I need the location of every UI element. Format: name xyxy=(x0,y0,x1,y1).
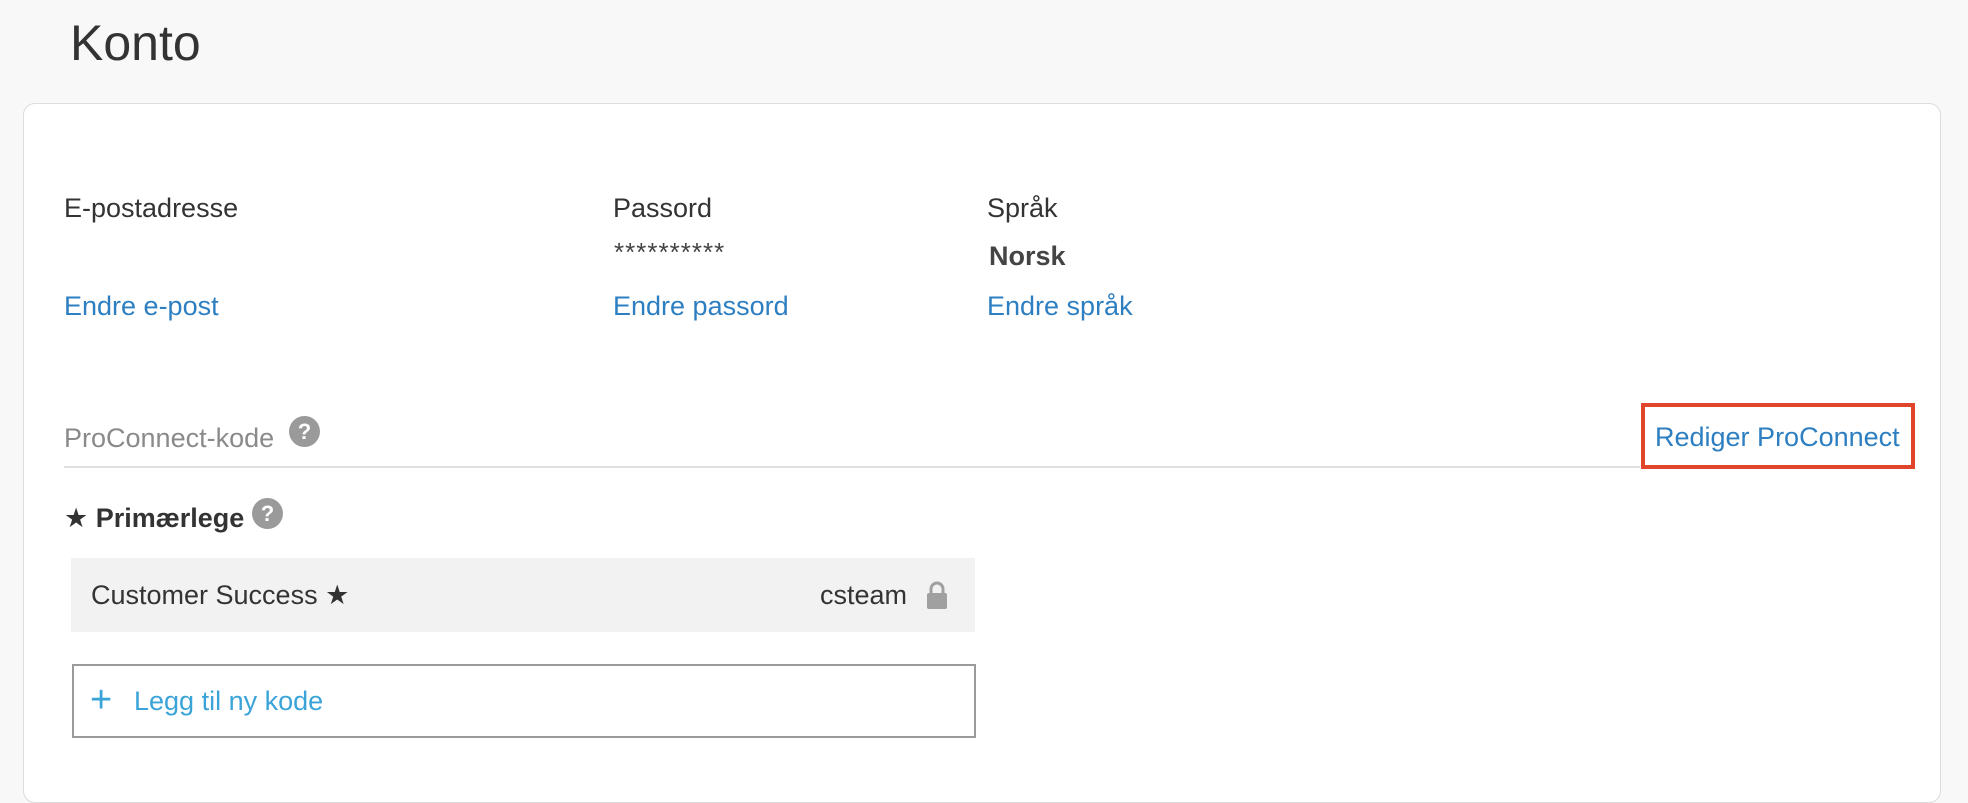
change-language-link[interactable]: Endre språk xyxy=(987,289,1133,323)
section-divider xyxy=(64,466,1640,468)
language-value: Norsk xyxy=(989,241,1066,271)
proconnect-code-label: ProConnect-kode xyxy=(64,423,275,453)
plus-icon: + xyxy=(90,679,113,721)
edit-proconnect-highlight xyxy=(1641,403,1915,469)
page-title: Konto xyxy=(70,15,201,71)
language-label: Språk xyxy=(987,193,1058,223)
email-label: E-postadresse xyxy=(64,193,239,223)
add-new-code-label: Legg til ny kode xyxy=(134,686,324,716)
question-icon[interactable]: ? xyxy=(289,416,320,447)
change-password-link[interactable]: Endre passord xyxy=(613,289,789,323)
primary-doctor-label: Primærlege xyxy=(95,503,245,533)
star-icon: ★ xyxy=(64,503,89,533)
password-label: Passord xyxy=(613,193,713,223)
password-value: ********** xyxy=(614,237,726,267)
code-value: csteam xyxy=(819,580,907,610)
code-list-item: Customer Success ★ csteam xyxy=(71,558,975,632)
question-icon[interactable]: ? xyxy=(252,498,283,529)
primary-doctor-heading: ★ Primærlege xyxy=(64,501,244,535)
code-owner-name: Customer Success ★ xyxy=(91,580,350,610)
change-email-link[interactable]: Endre e-post xyxy=(64,289,219,323)
add-new-code-button[interactable]: + Legg til ny kode xyxy=(72,664,976,738)
lock-icon xyxy=(927,581,947,609)
